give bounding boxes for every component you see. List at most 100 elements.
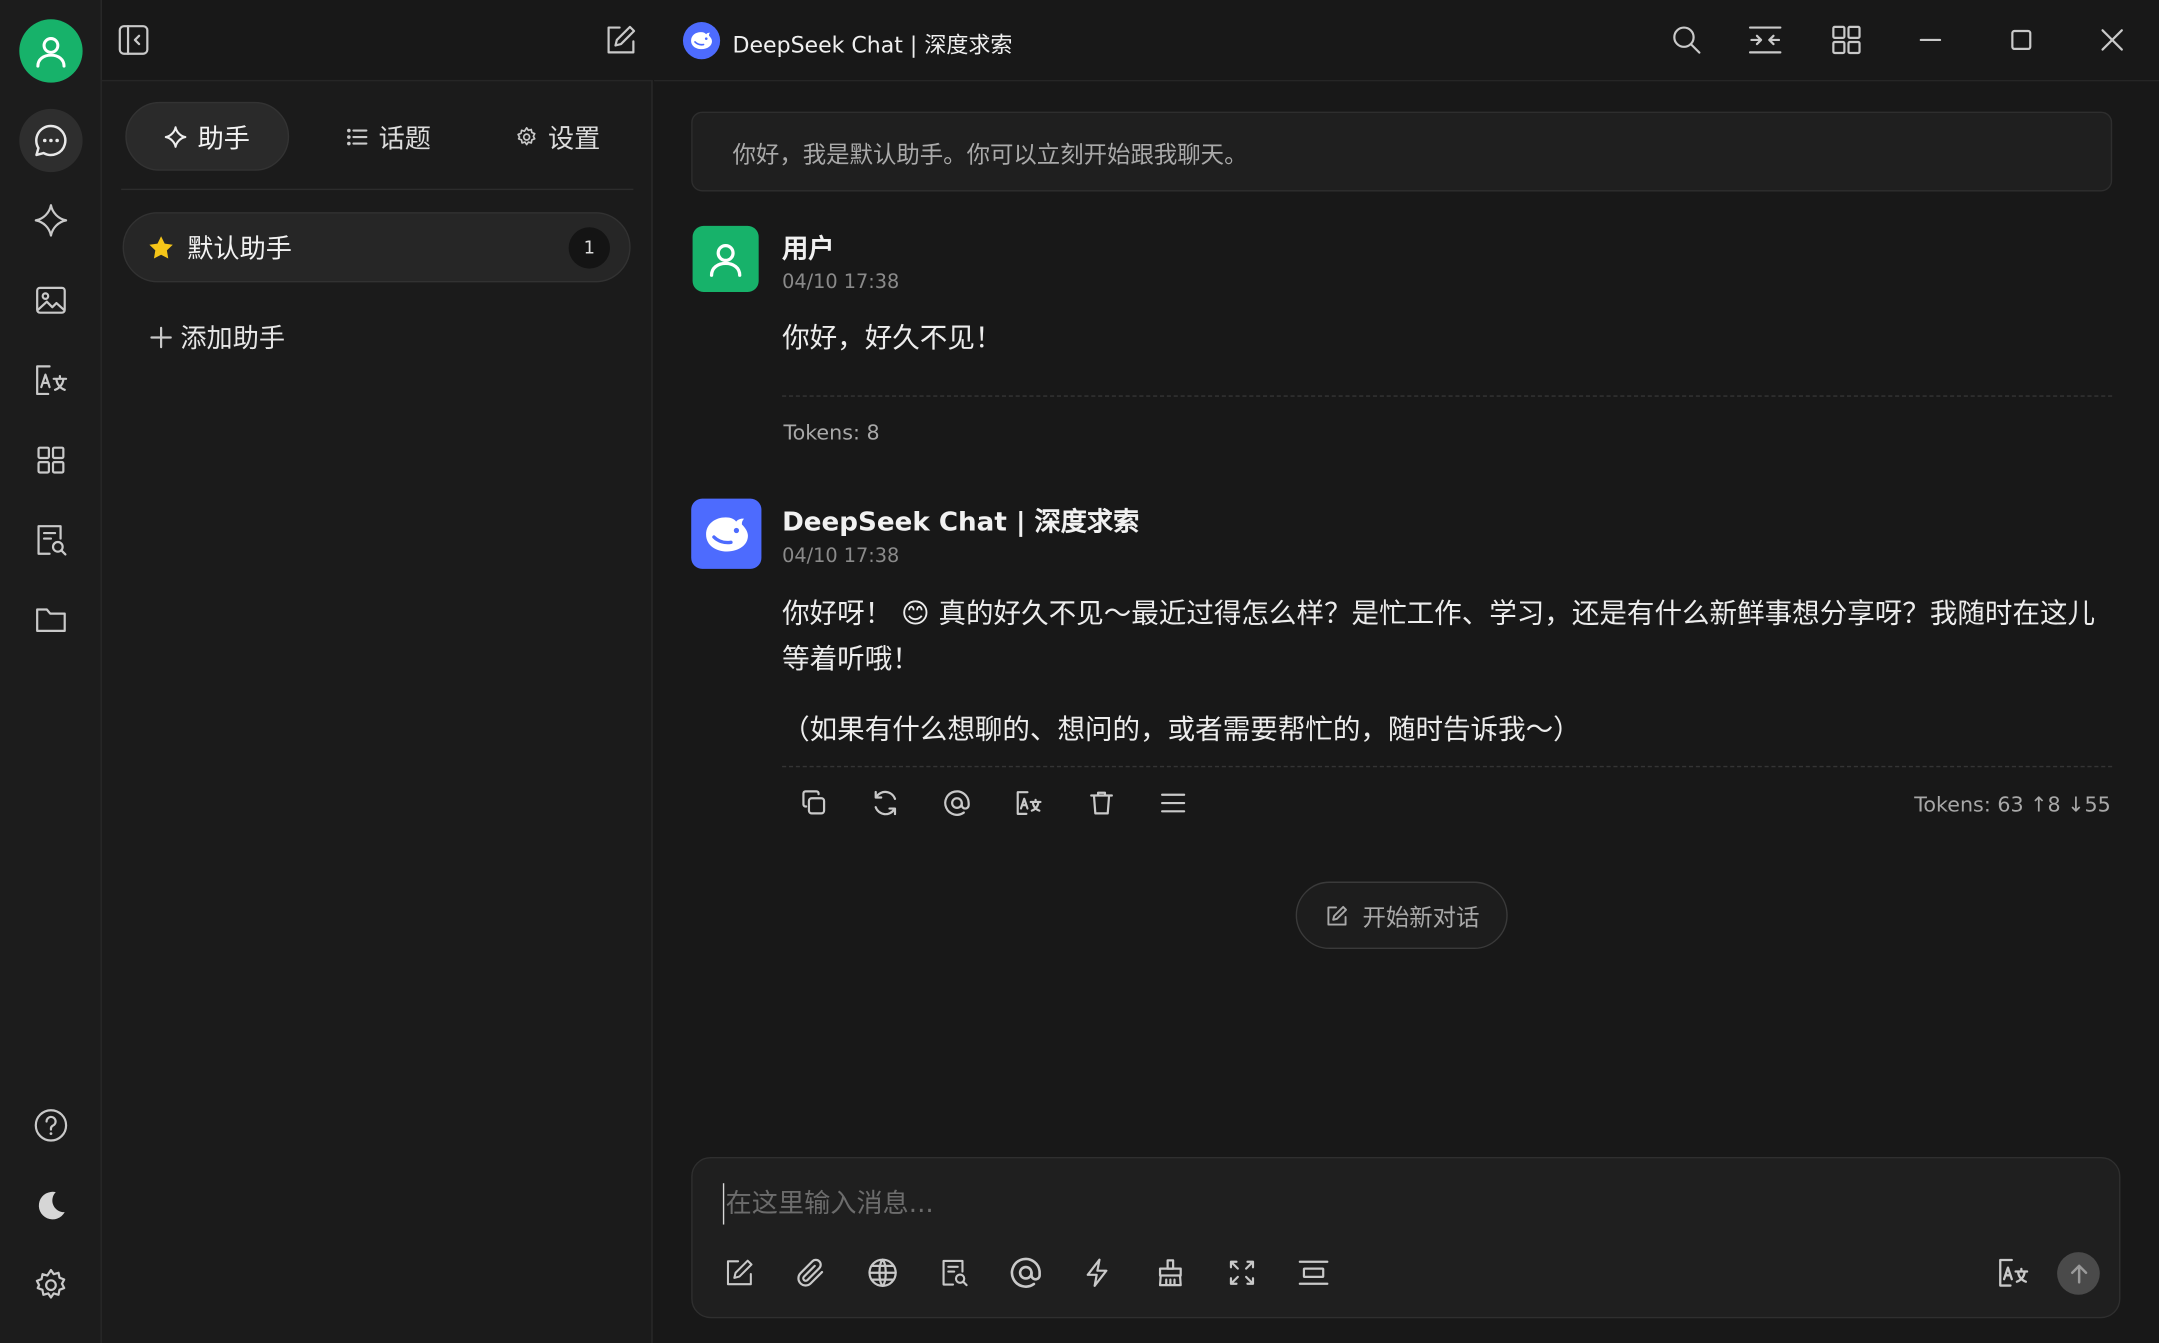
assistant-panel: 助手 话题 设置 默认助手 1 添加助手 — [101, 79, 653, 1343]
user-icon — [36, 37, 66, 68]
assistant-name: 默认助手 — [187, 234, 292, 265]
divider — [121, 188, 634, 191]
sparkle-icon — [165, 125, 188, 148]
narrow-mode-button[interactable] — [1745, 19, 1786, 60]
new-topic-button[interactable] — [600, 19, 641, 60]
clear-context-tool[interactable] — [1150, 1252, 1191, 1293]
chat-area: 你好，我是默认助手。你可以立刻开始跟我聊天。 用户 04/10 17:38 你好… — [654, 79, 2159, 1343]
expand-horizontal-icon — [1748, 26, 1782, 54]
tab-settings[interactable]: 设置 — [482, 102, 633, 171]
globe-icon — [868, 1258, 897, 1287]
search-icon — [1673, 26, 1701, 54]
new-chat-button[interactable]: 开始新对话 — [1295, 881, 1508, 950]
trash-icon — [1090, 791, 1113, 815]
add-assistant-button[interactable]: 添加助手 — [147, 318, 285, 355]
message-text: 你好，好久不见！ — [782, 320, 1003, 355]
app-rail — [0, 0, 102, 1343]
delete-button[interactable] — [1081, 782, 1122, 823]
chat-icon — [35, 124, 67, 157]
assistant-item-default[interactable]: 默认助手 1 — [122, 212, 631, 283]
send-button[interactable] — [2057, 1252, 2100, 1295]
image-icon — [36, 286, 66, 314]
tab-assistants[interactable]: 助手 — [125, 101, 290, 171]
close-button[interactable] — [2089, 17, 2136, 64]
gear-icon — [517, 126, 536, 145]
document-search-icon — [37, 525, 67, 556]
apps-icon — [37, 446, 65, 474]
new-topic-tool[interactable] — [719, 1252, 760, 1293]
attach-file-tool[interactable] — [790, 1252, 831, 1293]
regenerate-button[interactable] — [865, 782, 906, 823]
rail-apps[interactable] — [19, 428, 82, 491]
rail-chat[interactable] — [19, 108, 83, 173]
rail-settings[interactable] — [19, 1253, 82, 1316]
quick-phrases-tool[interactable] — [1077, 1252, 1118, 1293]
edit-icon — [726, 1259, 753, 1286]
rail-agents[interactable] — [19, 189, 82, 252]
message-text-part: 真的好久不见～最近过得怎么样？是忙工作、学习，还是有什么新鲜事想分享呀？我随时在… — [782, 596, 2096, 675]
copy-button[interactable] — [793, 782, 834, 823]
folder-icon — [36, 608, 66, 632]
more-menu-button[interactable] — [1152, 782, 1193, 823]
edit-icon — [1326, 905, 1347, 925]
title-bar: DeepSeek Chat | 深度求索 — [102, 0, 2159, 80]
deepseek-logo — [682, 22, 721, 60]
expand-icon — [1229, 1260, 1255, 1285]
smile-emoji: 😊 — [900, 596, 930, 630]
lightning-icon — [1086, 1258, 1108, 1287]
knowledge-base-tool[interactable] — [934, 1252, 975, 1293]
user-avatar[interactable] — [19, 19, 83, 83]
token-count: Tokens: 8 — [783, 420, 880, 445]
refresh-icon — [874, 790, 897, 816]
minapp-button[interactable] — [1826, 19, 1867, 60]
expand-input-tool[interactable] — [1221, 1252, 1262, 1293]
translate-icon — [36, 365, 68, 396]
rail-theme[interactable] — [19, 1174, 82, 1237]
translate-icon — [1016, 791, 1042, 815]
close-icon — [2101, 29, 2123, 51]
topic-count-badge: 1 — [568, 227, 610, 269]
toggle-sidebar-button[interactable] — [113, 19, 154, 60]
maximize-icon — [2011, 29, 2032, 51]
message-text-paragraph: （如果有什么想聊的、想问的，或者需要帮忙的，随时告诉我～） — [782, 712, 1581, 746]
search-button[interactable] — [1666, 19, 1707, 60]
message-time: 04/10 17:38 — [782, 271, 900, 294]
rail-files[interactable] — [19, 588, 82, 651]
message-text: 你好呀！ 😊 真的好久不见～最近过得怎么样？是忙工作、学习，还是有什么新鲜事想分… — [782, 591, 2111, 682]
document-search-icon — [942, 1259, 968, 1287]
at-icon — [944, 790, 970, 816]
whale-icon — [691, 32, 713, 50]
minimize-button[interactable] — [1907, 17, 1954, 64]
broom-icon — [1158, 1259, 1182, 1287]
rail-translate[interactable] — [19, 348, 82, 411]
whale-icon — [705, 516, 748, 551]
add-assistant-label: 添加助手 — [180, 323, 286, 355]
mention-model-tool[interactable] — [1005, 1252, 1046, 1293]
message-text-part: 你好呀！ — [782, 596, 893, 630]
tab-label: 话题 — [378, 123, 431, 154]
divider — [782, 395, 2113, 397]
rail-knowledge[interactable] — [19, 508, 82, 571]
translate-button[interactable] — [1008, 782, 1049, 823]
translate-icon — [1999, 1258, 2029, 1287]
menu-icon — [1161, 793, 1186, 813]
rail-help[interactable] — [19, 1094, 82, 1157]
grid-icon — [1832, 25, 1861, 55]
help-icon — [34, 1109, 68, 1142]
translate-input-tool[interactable] — [1992, 1252, 2033, 1293]
paragraph-break-icon — [1298, 1260, 1329, 1285]
edit-icon — [607, 25, 636, 54]
message-input[interactable] — [722, 1183, 1963, 1225]
tab-topics[interactable]: 话题 — [313, 102, 464, 171]
at-icon — [1010, 1257, 1041, 1288]
web-search-tool[interactable] — [862, 1252, 903, 1293]
tab-label: 助手 — [197, 123, 250, 154]
rail-paintings[interactable] — [19, 269, 82, 332]
assistant-avatar — [691, 498, 762, 569]
star-icon — [149, 235, 173, 258]
mention-model-button[interactable] — [936, 782, 977, 823]
arrow-up-icon — [2070, 1263, 2087, 1283]
maximize-button[interactable] — [1998, 17, 2045, 64]
new-context-tool[interactable] — [1293, 1252, 1334, 1293]
tab-label: 设置 — [547, 123, 601, 154]
